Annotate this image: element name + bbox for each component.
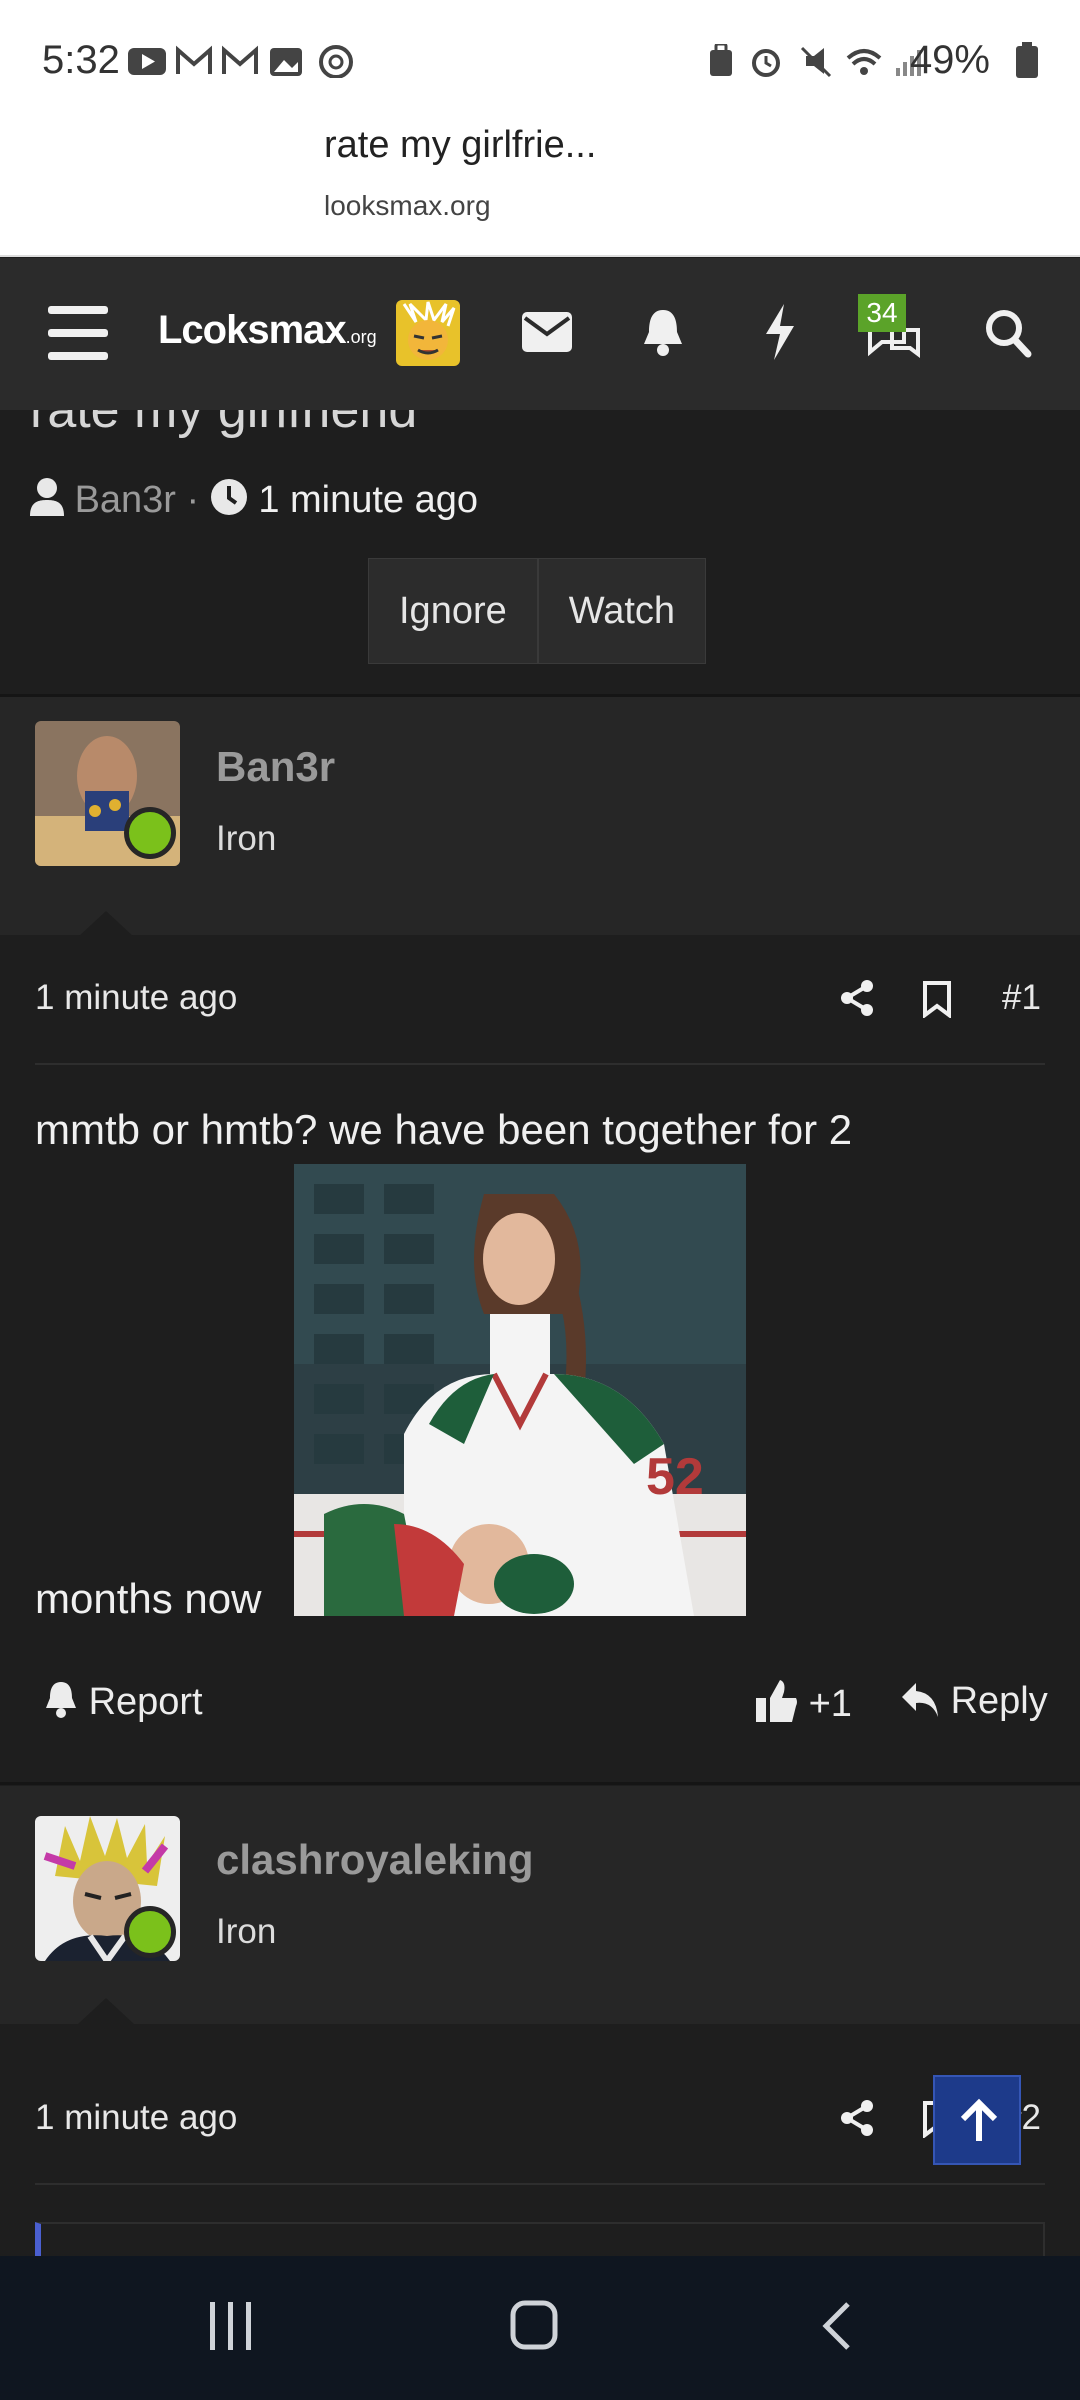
post-2-share-icon[interactable] — [840, 2100, 874, 2136]
scroll-to-top-button[interactable] — [933, 2075, 1021, 2165]
report-button[interactable]: Report — [44, 1680, 203, 1724]
lightning-icon[interactable] — [762, 304, 798, 360]
thread-buttons: Ignore Watch — [368, 558, 707, 664]
post-1-time[interactable]: 1 minute ago — [35, 978, 237, 1018]
post-1-rank: Iron — [216, 819, 277, 858]
post-1-username[interactable]: Ban3r — [216, 743, 335, 791]
thread-meta: Ban3r · 1 minute ago — [30, 478, 478, 522]
reply-label: Reply — [950, 1680, 1048, 1722]
bell-icon[interactable] — [642, 306, 684, 358]
divider — [35, 1063, 1045, 1065]
bell-icon — [46, 1682, 76, 1718]
site-navbar: Lcoksmax.org 34 — [0, 258, 1080, 410]
user-avatar-icon[interactable] — [396, 300, 460, 366]
online-indicator — [124, 1906, 176, 1958]
logo-text: Lcoksmax — [158, 308, 347, 352]
clock-icon — [210, 479, 247, 515]
arrow-up-icon — [960, 2098, 998, 2141]
post-2-rank: Iron — [216, 1912, 277, 1951]
thread-time: 1 minute ago — [258, 479, 479, 521]
chat-badge: 34 — [858, 294, 906, 332]
online-indicator — [124, 807, 176, 859]
watch-button[interactable]: Watch — [537, 558, 707, 664]
post-1-user-block: Ban3r Iron — [0, 697, 1080, 937]
svg-text:52: 52 — [646, 1448, 704, 1506]
envelope-icon[interactable] — [522, 312, 572, 352]
battery-icon — [1016, 42, 1038, 78]
back-icon[interactable] — [820, 2300, 854, 2352]
like-button[interactable]: +1 — [756, 1680, 852, 1726]
divider — [0, 1782, 1080, 1785]
reply-button[interactable]: Reply — [900, 1680, 1048, 1723]
post-2-time[interactable]: 1 minute ago — [35, 2098, 237, 2138]
post-1-share-icon[interactable] — [840, 980, 874, 1016]
status-bar: 5:32 49% — [0, 0, 1080, 120]
report-label: Report — [88, 1681, 203, 1723]
search-icon[interactable] — [984, 308, 1032, 358]
divider — [35, 2183, 1045, 2185]
post-1-text-line2: months now — [35, 1575, 262, 1622]
page-title[interactable]: rate my girlfrie... — [324, 124, 596, 167]
reply-icon — [902, 1683, 938, 1717]
user-block-arrow — [78, 1998, 134, 2024]
post-1-bookmark-icon[interactable] — [922, 980, 952, 1018]
ignore-button[interactable]: Ignore — [368, 558, 538, 664]
thumbs-up-icon — [756, 1680, 797, 1722]
thread-author[interactable]: Ban3r — [75, 479, 176, 521]
home-icon[interactable] — [510, 2300, 558, 2350]
notification-icons — [128, 45, 353, 78]
user-icon — [30, 478, 64, 516]
site-logo[interactable]: Lcoksmax.org — [158, 308, 377, 353]
post-2-username[interactable]: clashroyaleking — [216, 1836, 533, 1884]
like-count: +1 — [808, 1683, 852, 1725]
browser-toolbar: rate my girlfrie... looksmax.org — [0, 120, 1080, 322]
system-nav-bar — [0, 2256, 1080, 2400]
post-2-quote-block — [35, 2222, 1045, 2256]
status-time: 5:32 — [42, 38, 120, 82]
user-block-arrow — [78, 911, 134, 937]
hamburger-menu-icon[interactable] — [48, 306, 108, 360]
post-1-text-line1: mmtb or hmtb? we have been together for … — [35, 1106, 853, 1153]
recent-apps-icon[interactable] — [208, 2302, 254, 2350]
thread-title: rate my girlfriend — [30, 410, 418, 439]
post-1-image[interactable]: 52 — [294, 1164, 746, 1616]
post-1-number[interactable]: #1 — [1002, 978, 1041, 1018]
thread-content: rate my girlfriend Ban3r · 1 minute ago … — [0, 410, 1080, 2256]
page-url[interactable]: looksmax.org — [324, 190, 491, 222]
post-2-user-block: clashroyaleking Iron — [0, 1786, 1080, 2024]
battery-percent: 49% — [909, 38, 990, 82]
logo-suffix: .org — [345, 327, 377, 347]
